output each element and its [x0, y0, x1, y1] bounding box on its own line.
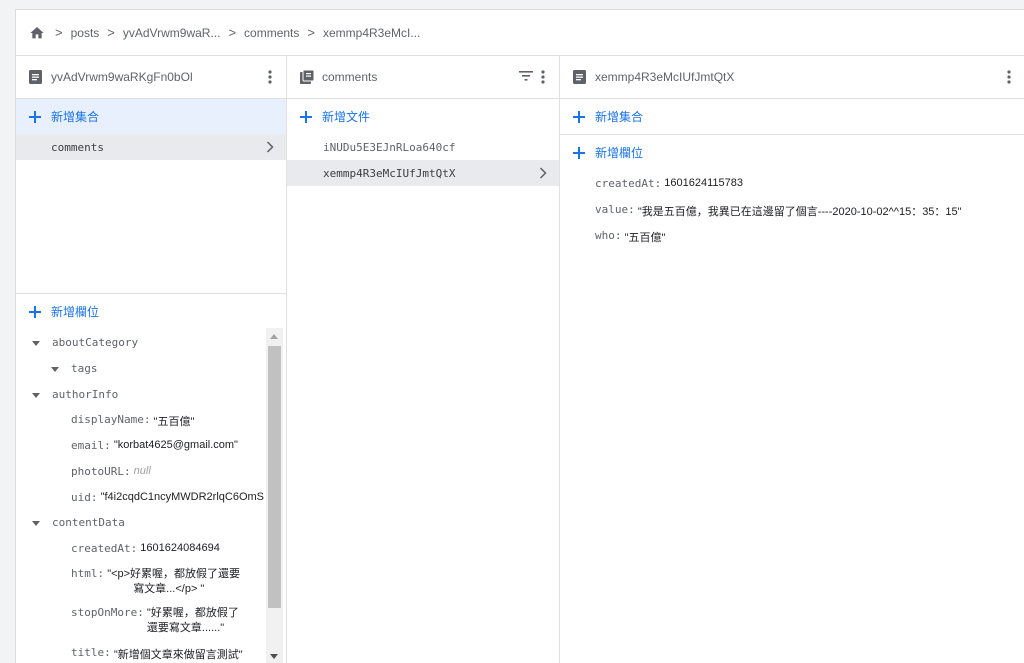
collection-panel-title: comments: [322, 70, 378, 84]
more-vert-icon[interactable]: [1005, 68, 1013, 86]
plus-icon: [299, 110, 313, 124]
breadcrumb-item-posts[interactable]: posts: [71, 26, 100, 40]
breadcrumb-separator: >: [55, 25, 63, 40]
field-uid[interactable]: uid: "f4i2cqdC1ncyMWDR2rlqC6OmS: [71, 491, 264, 504]
add-collection-label: 新增集合: [595, 110, 644, 124]
document-item[interactable]: iNUDu5E3EJnRLoa640cf: [287, 134, 559, 160]
add-collection-button[interactable]: 新增集合: [560, 99, 1024, 135]
field-contentData[interactable]: contentData: [32, 516, 125, 529]
add-field-button[interactable]: 新增欄位: [16, 294, 286, 329]
document-icon: [29, 70, 43, 84]
chevron-right-icon: [539, 167, 547, 182]
document-panel: yvAdVrwm9waRKgFn0bOl 新增集合 comments 新增欄位 …: [16, 56, 287, 663]
field-email[interactable]: email: "korbat4625@gmail.com": [71, 439, 238, 452]
caret-down-icon: [32, 341, 40, 346]
collection-panel-header: comments: [287, 56, 559, 99]
document-item-selected[interactable]: xemmp4R3eMcIUfJmtQtX: [287, 160, 559, 186]
document-detail-title: xemmp4R3eMcIUfJmtQtX: [595, 70, 735, 84]
field-value[interactable]: value: "我是五百億，我異已在這邊留了個言----2020-10-02^^…: [595, 203, 962, 219]
breadcrumb: > posts > yvAdVrwm9waR... > comments > x…: [16, 10, 1024, 56]
field-who[interactable]: who: "五百億": [595, 229, 665, 245]
add-field-button[interactable]: 新增欄位: [560, 135, 1024, 170]
scrollbar-thumb[interactable]: [268, 346, 281, 608]
field-photoURL[interactable]: photoURL: null: [71, 465, 151, 478]
field-html[interactable]: html: "<p>好累喔，都放假了還要 寫文章...</p> ": [71, 567, 240, 597]
breadcrumb-item-comments[interactable]: comments: [244, 26, 299, 40]
scroll-down-icon[interactable]: [270, 654, 278, 659]
field-authorInfo[interactable]: authorInfo: [32, 388, 118, 401]
plus-icon: [572, 110, 586, 124]
more-vert-icon[interactable]: [266, 68, 274, 86]
plus-icon: [28, 110, 42, 124]
plus-icon: [572, 146, 586, 160]
breadcrumb-separator: >: [107, 25, 115, 40]
add-document-button[interactable]: 新增文件: [287, 99, 559, 134]
scroll-up-icon[interactable]: [270, 334, 278, 339]
breadcrumb-item-post-doc[interactable]: yvAdVrwm9waR...: [123, 26, 221, 40]
filter-icon[interactable]: [519, 70, 533, 84]
add-collection-label: 新增集合: [51, 110, 100, 124]
collection-panel: comments 新增文件 iNUDu5E3EJnRLoa640cf xemmp…: [287, 56, 560, 663]
firestore-data-panel: > posts > yvAdVrwm9waR... > comments > x…: [15, 9, 1024, 663]
field-title[interactable]: title: "新增個文章來做留言測試": [71, 646, 243, 662]
add-field-label: 新增欄位: [595, 146, 644, 160]
collection-item-comments[interactable]: comments: [16, 134, 286, 160]
caret-down-icon: [32, 393, 40, 398]
more-vert-icon[interactable]: [539, 68, 547, 86]
field-displayName[interactable]: displayName: "五百億": [71, 413, 194, 429]
document-panel-header: yvAdVrwm9waRKgFn0bOl: [16, 56, 286, 99]
plus-icon: [28, 305, 42, 319]
collection-item-label: comments: [51, 140, 104, 154]
document-detail-header: xemmp4R3eMcIUfJmtQtX: [560, 56, 1024, 99]
document-panel-title: yvAdVrwm9waRKgFn0bOl: [51, 70, 193, 84]
field-createdAt[interactable]: createdAt: 1601624084694: [71, 542, 220, 555]
chevron-right-icon: [266, 141, 274, 156]
caret-down-icon: [32, 521, 40, 526]
field-tags[interactable]: tags: [51, 362, 98, 375]
home-icon[interactable]: [29, 24, 47, 42]
add-document-label: 新增文件: [322, 110, 371, 124]
document-icon: [573, 70, 587, 84]
add-field-label: 新增欄位: [51, 305, 100, 319]
field-aboutCategory[interactable]: aboutCategory: [32, 336, 138, 349]
caret-down-icon: [51, 367, 59, 372]
document-detail-panel: xemmp4R3eMcIUfJmtQtX 新增集合 新增欄位 createdAt…: [560, 56, 1024, 663]
field-list-scrollbar[interactable]: [266, 328, 283, 663]
breadcrumb-separator: >: [228, 25, 237, 40]
collection-icon: [300, 70, 314, 84]
add-collection-button[interactable]: 新增集合: [16, 99, 286, 134]
field-createdAt[interactable]: createdAt: 1601624115783: [595, 177, 743, 190]
field-stopOnMore[interactable]: stopOnMore: "好累喔，都放假了 還要寫文章......": [71, 606, 239, 636]
breadcrumb-separator: >: [307, 25, 315, 40]
breadcrumb-item-comment-doc[interactable]: xemmp4R3eMcI...: [323, 26, 420, 40]
